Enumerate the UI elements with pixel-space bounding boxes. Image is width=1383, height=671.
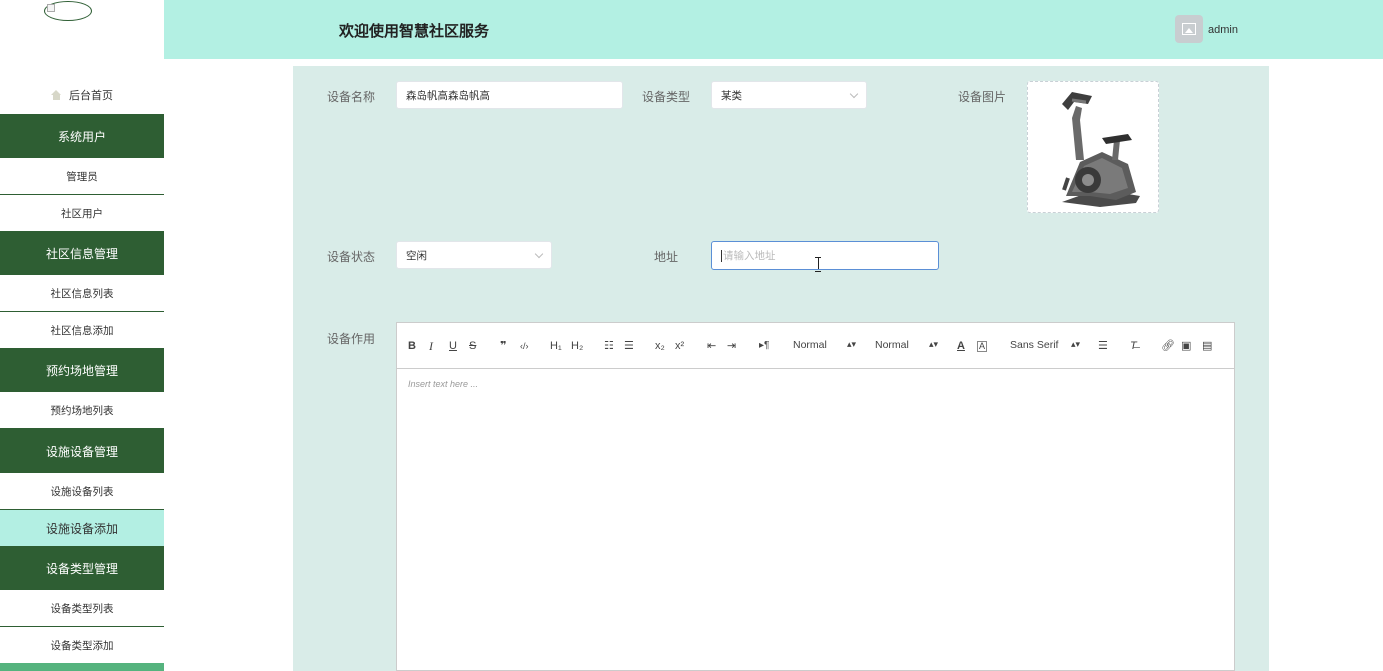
sidebar-group-equipment-type[interactable]: 设备类型管理 <box>0 546 164 590</box>
address-label: 地址 <box>654 250 679 264</box>
status-select-value: 空闲 <box>406 249 427 262</box>
text-color-icon[interactable]: A <box>957 339 965 353</box>
mouse-ibeam-cursor <box>815 257 821 272</box>
name-input-value: 森岛帆高森岛帆高 <box>406 89 490 102</box>
sidebar-item-home[interactable]: 后台首页 <box>0 77 164 113</box>
image-upload[interactable] <box>1027 81 1159 213</box>
indent-button[interactable]: ⇥ <box>727 339 736 353</box>
sidebar-item-admins[interactable]: 管理员 <box>0 158 164 195</box>
chevron-down-icon <box>849 89 859 99</box>
align-icon[interactable]: ☰ <box>1098 339 1108 353</box>
sidebar-item-facility-equipment-add[interactable]: 设施设备添加 <box>0 510 164 547</box>
sidebar-item-equipment-type-add[interactable]: 设备类型添加 <box>0 627 164 664</box>
sidebar: 后台首页 系统用户 管理员 社区用户 社区信息管理 社区信息列表 社区信息添加 … <box>0 0 164 671</box>
status-label: 设备状态 <box>327 250 376 264</box>
background-color-icon[interactable]: A <box>977 341 988 352</box>
font-select[interactable]: Sans Serif <box>1010 339 1058 351</box>
ordered-list-button[interactable]: ☷ <box>604 339 614 353</box>
sidebar-group-facility-equipment[interactable]: 设施设备管理 <box>0 429 164 473</box>
underline-button[interactable]: U <box>449 339 457 353</box>
exercise-bike-image <box>1062 92 1140 207</box>
avatar[interactable] <box>1175 15 1203 43</box>
type-label: 设备类型 <box>642 90 691 104</box>
sidebar-next-group[interactable] <box>0 663 164 671</box>
header-select[interactable]: Normal <box>875 339 909 351</box>
h2-button[interactable]: H₂ <box>571 339 583 353</box>
header-select-arrows-icon: ▴▾ <box>929 339 939 349</box>
page-title: 欢迎使用智慧社区服务 <box>339 23 490 40</box>
equipment-form: 设备名称 森岛帆高森岛帆高 设备类型 某类 设备图片 设备状态 空闲 地址 请输… <box>293 66 1269 671</box>
address-input-placeholder: 请输入地址 <box>723 250 776 262</box>
broken-image-icon <box>47 4 55 12</box>
size-select-arrows-icon: ▴▾ <box>847 339 857 349</box>
bullet-list-button[interactable]: ☰ <box>624 339 634 353</box>
sidebar-item-equipment-type-list[interactable]: 设备类型列表 <box>0 590 164 627</box>
size-select[interactable]: Normal <box>793 339 827 351</box>
strike-button[interactable]: S <box>469 339 476 353</box>
sidebar-item-community-info-list[interactable]: 社区信息列表 <box>0 275 164 312</box>
name-input[interactable]: 森岛帆高森岛帆高 <box>396 81 623 109</box>
video-icon[interactable]: ▤ <box>1202 339 1212 353</box>
sidebar-item-label: 后台首页 <box>69 90 113 102</box>
text-caret <box>721 249 722 262</box>
italic-button[interactable]: I <box>429 339 433 353</box>
type-select[interactable]: 某类 <box>711 81 867 109</box>
sidebar-item-community-info-add[interactable]: 社区信息添加 <box>0 312 164 349</box>
image-label: 设备图片 <box>958 90 1007 104</box>
blockquote-button[interactable]: ❞ <box>500 339 506 353</box>
subscript-button[interactable]: x₂ <box>655 339 665 353</box>
font-select-arrows-icon: ▴▾ <box>1071 339 1081 349</box>
rich-text-editor[interactable]: B I U S ❞ ‹/› H₁ H₂ ☷ ☰ x₂ x² ⇤ ⇥ ▸¶ Nor… <box>396 322 1235 671</box>
outdent-button[interactable]: ⇤ <box>707 339 716 353</box>
address-input[interactable]: 请输入地址 <box>711 241 939 270</box>
editor-placeholder: Insert text here ... <box>408 379 479 389</box>
status-select[interactable]: 空闲 <box>396 241 552 269</box>
text-direction-button[interactable]: ▸¶ <box>759 339 769 353</box>
editor-toolbar: B I U S ❞ ‹/› H₁ H₂ ☷ ☰ x₂ x² ⇤ ⇥ ▸¶ Nor… <box>397 323 1234 369</box>
editor-content-area[interactable]: Insert text here ... <box>397 369 1234 671</box>
top-header: 欢迎使用智慧社区服务 admin <box>164 0 1383 59</box>
sidebar-group-community-info[interactable]: 社区信息管理 <box>0 231 164 275</box>
chevron-down-icon <box>534 249 544 259</box>
type-select-value: 某类 <box>721 89 742 102</box>
h1-button[interactable]: H₁ <box>550 339 562 353</box>
bold-button[interactable]: B <box>408 339 416 353</box>
sidebar-item-community-users[interactable]: 社区用户 <box>0 195 164 232</box>
superscript-button[interactable]: x² <box>675 339 684 353</box>
name-label: 设备名称 <box>327 90 376 104</box>
sidebar-group-system-users[interactable]: 系统用户 <box>0 114 164 158</box>
function-label: 设备作用 <box>327 332 376 346</box>
link-icon[interactable]: 🔗︎ <box>1161 339 1175 353</box>
sidebar-item-venue-booking-list[interactable]: 预约场地列表 <box>0 392 164 429</box>
username[interactable]: admin <box>1208 24 1238 36</box>
clear-format-icon[interactable]: T̶ <box>1130 339 1137 353</box>
logo-image <box>44 1 92 21</box>
home-icon <box>51 90 62 100</box>
image-placeholder-icon <box>1182 23 1196 35</box>
sidebar-group-venue-booking[interactable]: 预约场地管理 <box>0 348 164 392</box>
sidebar-item-facility-equipment-list[interactable]: 设施设备列表 <box>0 473 164 510</box>
image-icon[interactable]: ▣ <box>1181 339 1191 353</box>
code-block-button[interactable]: ‹/› <box>520 339 529 353</box>
